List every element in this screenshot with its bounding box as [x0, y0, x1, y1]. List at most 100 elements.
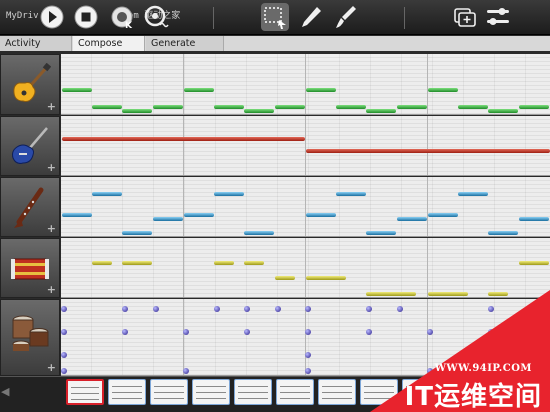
metronome-button[interactable]: [142, 3, 170, 31]
drum-hit[interactable]: [244, 306, 250, 312]
note[interactable]: [488, 231, 518, 235]
note[interactable]: [458, 105, 488, 109]
tab-activity[interactable]: Activity: [0, 36, 72, 51]
add-track-button[interactable]: +: [47, 284, 56, 295]
drum-hit[interactable]: [153, 306, 159, 312]
pattern-thumbnail[interactable]: [66, 379, 104, 405]
note[interactable]: [428, 213, 458, 217]
note[interactable]: [428, 88, 458, 92]
drum-hit[interactable]: [305, 368, 311, 374]
note[interactable]: [244, 231, 274, 235]
note[interactable]: [275, 276, 295, 280]
note[interactable]: [519, 261, 549, 265]
note[interactable]: [214, 105, 244, 109]
drum-hit[interactable]: [214, 306, 220, 312]
note[interactable]: [122, 109, 152, 113]
drum-hit[interactable]: [183, 368, 189, 374]
note[interactable]: [92, 105, 122, 109]
track-header-clarinet[interactable]: +: [0, 177, 60, 237]
pattern-thumbnail[interactable]: [234, 379, 272, 405]
mixer-button[interactable]: [484, 3, 512, 31]
add-track-button[interactable]: +: [47, 223, 56, 234]
note[interactable]: [122, 231, 152, 235]
tab-compose[interactable]: Compose: [73, 36, 145, 51]
clarinet-icon: [14, 187, 44, 228]
svg-text:K: K: [125, 21, 133, 31]
note[interactable]: [244, 109, 274, 113]
track-header-drums[interactable]: +: [0, 299, 60, 376]
drum-hit[interactable]: [61, 352, 67, 358]
drum-hit[interactable]: [183, 329, 189, 335]
note[interactable]: [397, 105, 427, 109]
play-button[interactable]: [38, 3, 66, 31]
drum-hit[interactable]: [305, 306, 311, 312]
drum-hit[interactable]: [305, 329, 311, 335]
note[interactable]: [519, 105, 549, 109]
tab-generate[interactable]: Generate: [146, 36, 224, 51]
brush-icon: [336, 6, 356, 28]
pattern-thumbnail[interactable]: [318, 379, 356, 405]
stop-button[interactable]: [72, 3, 100, 31]
note[interactable]: [244, 261, 264, 265]
add-track-button[interactable]: +: [47, 162, 56, 173]
note[interactable]: [366, 109, 396, 113]
bass-guitar-icon: [12, 127, 48, 164]
note[interactable]: [306, 149, 550, 153]
note[interactable]: [184, 88, 214, 92]
lane-bass[interactable]: [61, 116, 550, 176]
pattern-thumbnail[interactable]: [108, 379, 146, 405]
note[interactable]: [336, 192, 366, 196]
lane-guitar[interactable]: [61, 54, 550, 115]
note[interactable]: [153, 105, 183, 109]
note[interactable]: [397, 217, 427, 221]
note[interactable]: [214, 192, 244, 196]
drum-hit[interactable]: [61, 329, 67, 335]
note[interactable]: [488, 109, 518, 113]
marquee-select-button[interactable]: [261, 3, 289, 31]
note[interactable]: [62, 137, 305, 141]
track-header-guitar[interactable]: +: [0, 54, 60, 115]
add-layer-button[interactable]: [451, 3, 479, 31]
drum-hit[interactable]: [244, 329, 250, 335]
pattern-thumbnail[interactable]: [192, 379, 230, 405]
track-header-accordion[interactable]: +: [0, 238, 60, 298]
drums-icon: [12, 315, 49, 351]
pencil-button[interactable]: [297, 3, 325, 31]
note[interactable]: [336, 105, 366, 109]
note[interactable]: [458, 192, 488, 196]
note[interactable]: [92, 261, 112, 265]
track-header-bass[interactable]: +: [0, 116, 60, 176]
note[interactable]: [62, 88, 92, 92]
lane-accordion[interactable]: [61, 238, 550, 298]
note[interactable]: [184, 213, 214, 217]
measure-line: [183, 116, 184, 175]
note[interactable]: [122, 261, 152, 265]
record-button[interactable]: K: [108, 3, 136, 31]
drum-hit[interactable]: [122, 306, 128, 312]
note[interactable]: [62, 213, 92, 217]
brush-button[interactable]: [331, 3, 359, 31]
note[interactable]: [92, 192, 122, 196]
measure-line: [305, 177, 306, 236]
note[interactable]: [275, 105, 305, 109]
drum-hit[interactable]: [61, 368, 67, 374]
drum-hit[interactable]: [61, 306, 67, 312]
lane-clarinet[interactable]: [61, 177, 550, 237]
add-track-button[interactable]: +: [47, 101, 56, 112]
measure-line: [305, 54, 306, 114]
pattern-thumbnail[interactable]: [150, 379, 188, 405]
note[interactable]: [519, 217, 549, 221]
note[interactable]: [153, 217, 183, 221]
note[interactable]: [306, 88, 336, 92]
tab-label: Generate: [151, 38, 196, 49]
drum-hit[interactable]: [275, 306, 281, 312]
note[interactable]: [214, 261, 234, 265]
drum-hit[interactable]: [122, 329, 128, 335]
scroll-left-arrow[interactable]: ◀: [1, 385, 9, 398]
note[interactable]: [366, 231, 396, 235]
drum-hit[interactable]: [305, 352, 311, 358]
pattern-thumbnail[interactable]: [276, 379, 314, 405]
note[interactable]: [306, 213, 336, 217]
note[interactable]: [306, 276, 346, 280]
add-track-button[interactable]: +: [47, 362, 56, 373]
